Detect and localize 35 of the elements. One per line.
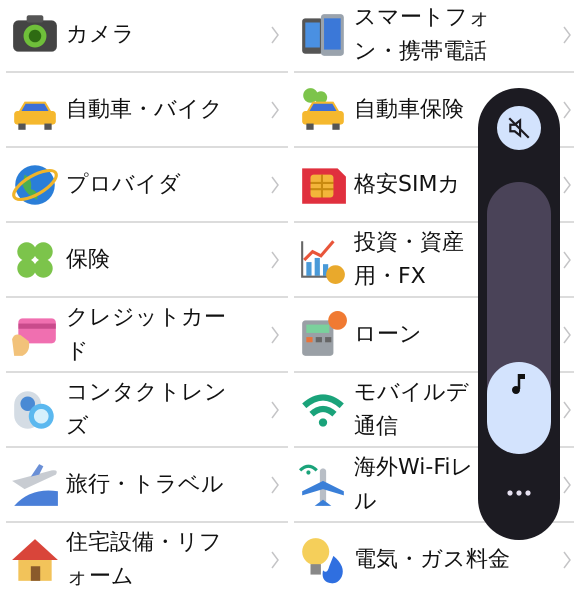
category-label[interactable]: 海外Wi-Fiレ ル: [354, 450, 474, 518]
chevron-icon: [562, 250, 572, 270]
category-label[interactable]: コンタクトレン ズ: [66, 376, 227, 444]
chevron-icon: [270, 400, 280, 420]
chevron-icon: [562, 174, 572, 194]
category-label[interactable]: クレジットカー ド: [66, 300, 226, 368]
chevron-icon: [562, 324, 572, 344]
chevron-icon: [270, 324, 280, 344]
chevron-icon: [270, 100, 280, 120]
chevron-icon: [562, 24, 572, 44]
chevron-icon: [270, 24, 280, 44]
category-label[interactable]: 自動車保険: [354, 76, 464, 144]
chevron-icon: [270, 250, 280, 270]
category-label[interactable]: スマートフォ ン・携帯電話: [354, 0, 491, 68]
chevron-icon: [562, 550, 572, 570]
chevron-icon: [270, 474, 280, 494]
muted-speaker-icon[interactable]: [497, 106, 541, 150]
chevron-icon: [562, 400, 572, 420]
chevron-icon: [270, 550, 280, 570]
chevron-icon: [562, 100, 572, 120]
category-label[interactable]: プロバイダ: [66, 150, 181, 218]
category-label[interactable]: カメラ: [66, 0, 135, 68]
category-label[interactable]: 旅行・トラベル: [66, 450, 224, 518]
chevron-icon: [270, 174, 280, 194]
category-label[interactable]: ローン: [354, 300, 422, 368]
category-label[interactable]: 保険: [66, 226, 110, 294]
category-label[interactable]: モバイルデ 通信: [354, 376, 469, 444]
chevron-icon: [562, 474, 572, 494]
category-label[interactable]: 自動車・バイク: [66, 76, 223, 144]
category-label[interactable]: 住宅設備・リフ ォーム: [66, 526, 222, 594]
music-note-icon: [511, 372, 527, 396]
category-label[interactable]: 電気・ガス料金: [354, 526, 510, 594]
category-label[interactable]: 格安SIMカ: [354, 150, 460, 218]
category-label[interactable]: 投資・資産 用・FX: [354, 226, 464, 294]
more-icon[interactable]: [507, 490, 531, 496]
